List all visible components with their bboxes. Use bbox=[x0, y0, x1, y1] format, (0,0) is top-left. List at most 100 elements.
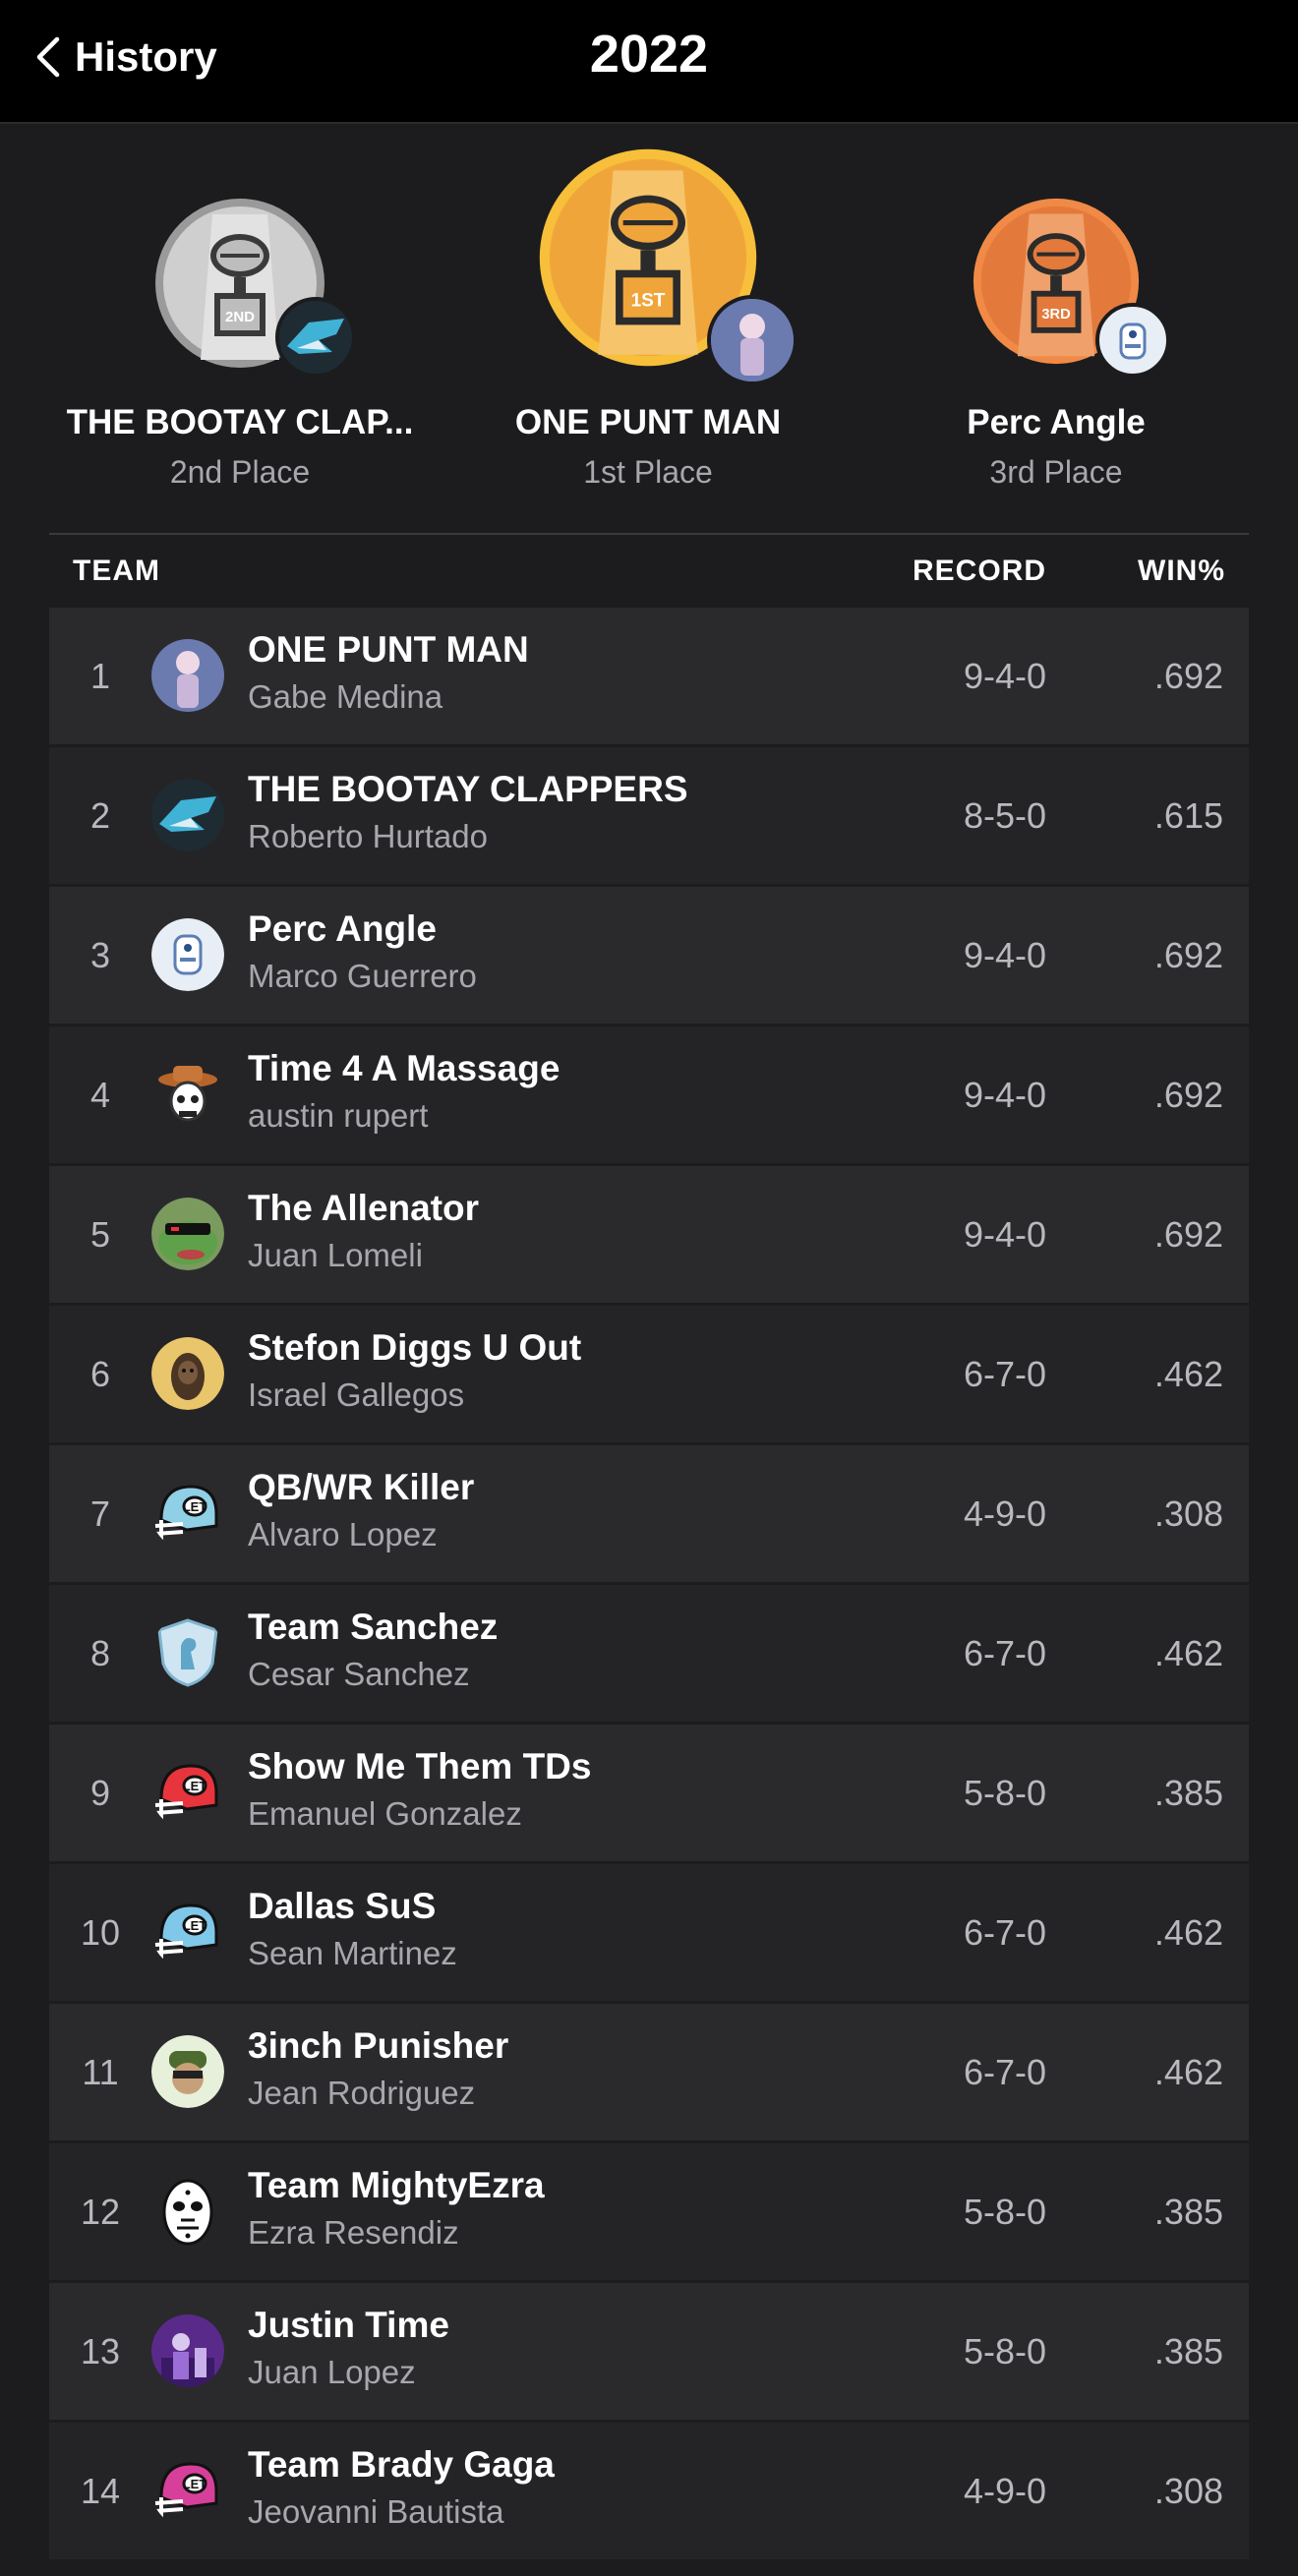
owner-name: Jean Rodriguez bbox=[248, 2075, 476, 2111]
record: 4-9-0 bbox=[963, 1493, 1046, 1534]
record: 5-8-0 bbox=[963, 2331, 1046, 2371]
podium-place: 2nd Place bbox=[169, 454, 311, 490]
team-name[interactable]: THE BOOTAY CLAPPERS bbox=[248, 769, 688, 810]
podium-team-name: Perc Angle bbox=[967, 403, 1146, 441]
col-win-pct[interactable]: WIN% bbox=[1138, 555, 1225, 588]
medal-label: 1ST bbox=[631, 290, 666, 311]
nav-header: History 2022 bbox=[0, 0, 1298, 124]
table-row[interactable]: 11 3inch Punisher Jean Rodriguez 6-7-0 .462 bbox=[49, 2004, 1249, 2143]
team-name[interactable]: Dallas SuS bbox=[248, 1886, 436, 1927]
table-row[interactable]: 2 THE BOOTAY CLAPPERS Roberto Hurtado 8-5-0… bbox=[49, 747, 1249, 887]
medal-label: 2ND bbox=[225, 309, 255, 325]
team-name[interactable]: Team MightyEzra bbox=[248, 2165, 545, 2206]
table-row[interactable]: 14 LET Team Brady Gaga Jeovanni Bautista 4-9… bbox=[49, 2423, 1249, 2562]
col-record[interactable]: RECORD bbox=[913, 555, 1046, 588]
page-title: 2022 bbox=[589, 25, 709, 84]
helmet-icon: LET bbox=[151, 1896, 224, 1968]
owner-name: Juan Lopez bbox=[248, 2354, 416, 2390]
anime-avatar-icon bbox=[151, 639, 224, 712]
team-name[interactable]: Show Me Them TDs bbox=[248, 1746, 591, 1787]
team-name[interactable]: Time 4 A Massage bbox=[248, 1048, 560, 1089]
owner-name: Ezra Resendiz bbox=[248, 2214, 459, 2251]
player-photo-icon bbox=[151, 2314, 224, 2387]
record: 9-4-0 bbox=[963, 1075, 1046, 1115]
win-pct: .462 bbox=[1153, 1912, 1223, 1953]
team-name[interactable]: The Allenator bbox=[248, 1188, 479, 1229]
record: 6-7-0 bbox=[963, 2052, 1046, 2092]
shark-logo-icon bbox=[287, 319, 344, 354]
standings-header: TEAM RECORD WIN% bbox=[49, 533, 1249, 610]
hockey-mask-icon bbox=[151, 2175, 224, 2248]
win-pct: .692 bbox=[1153, 1214, 1223, 1255]
owner-name: Israel Gallegos bbox=[248, 1376, 465, 1413]
svg-text:LET: LET bbox=[183, 1499, 207, 1514]
rank: 7 bbox=[89, 1493, 111, 1534]
win-pct: .308 bbox=[1153, 2471, 1223, 2511]
rank: 8 bbox=[89, 1633, 111, 1673]
table-row[interactable]: 12 Team MightyEzra Ezra Resendiz 5-8-0 .385 bbox=[49, 2143, 1249, 2283]
team-name[interactable]: Perc Angle bbox=[248, 908, 437, 950]
win-pct: .385 bbox=[1153, 1773, 1223, 1813]
win-pct: .615 bbox=[1153, 795, 1223, 836]
table-row[interactable]: 10 LET Dallas SuS Sean Martinez 6-7-0 .462 bbox=[49, 1864, 1249, 2004]
table-row[interactable]: 1 ONE PUNT MAN Gabe Medina 9-4-0 .692 bbox=[49, 608, 1249, 747]
table-row[interactable]: 4 Time 4 A Massage austin rupert 9-4-0 .692 bbox=[49, 1026, 1249, 1166]
team-name[interactable]: Team Sanchez bbox=[248, 1607, 498, 1648]
record: 5-8-0 bbox=[963, 1773, 1046, 1813]
svg-text:LET: LET bbox=[183, 2477, 207, 2491]
team-badge bbox=[1095, 303, 1170, 378]
owner-name: Jeovanni Bautista bbox=[248, 2493, 504, 2530]
owner-name: Marco Guerrero bbox=[248, 958, 477, 994]
helmet-icon: LET bbox=[151, 1477, 224, 1550]
team-name[interactable]: Justin Time bbox=[248, 2305, 449, 2346]
table-row[interactable]: 13 Justin Time Juan Lopez 5-8-0 .385 bbox=[49, 2283, 1249, 2423]
owner-name: Cesar Sanchez bbox=[248, 1656, 470, 1692]
rank: 4 bbox=[89, 1075, 111, 1115]
robot-icon bbox=[151, 918, 224, 991]
win-pct: .385 bbox=[1153, 2331, 1223, 2371]
podium-place: 3rd Place bbox=[989, 454, 1123, 490]
win-pct: .385 bbox=[1153, 2192, 1223, 2232]
podium-team-name: ONE PUNT MAN bbox=[514, 403, 782, 441]
team-name[interactable]: Stefon Diggs U Out bbox=[248, 1327, 581, 1369]
rank: 10 bbox=[80, 1912, 121, 1953]
win-pct: .462 bbox=[1153, 1354, 1223, 1394]
record: 8-5-0 bbox=[963, 795, 1046, 836]
team-name[interactable]: Team Brady Gaga bbox=[248, 2444, 555, 2486]
win-pct: .692 bbox=[1153, 935, 1223, 975]
wookiee-icon bbox=[151, 1337, 224, 1410]
owner-name: Alvaro Lopez bbox=[248, 1516, 438, 1552]
medal-label: 3RD bbox=[1041, 307, 1070, 322]
record: 9-4-0 bbox=[963, 1214, 1046, 1255]
team-badge bbox=[275, 297, 356, 378]
team-name[interactable]: ONE PUNT MAN bbox=[248, 629, 529, 671]
record: 6-7-0 bbox=[963, 1912, 1046, 1953]
team-name[interactable]: QB/WR Killer bbox=[248, 1467, 474, 1508]
col-team[interactable]: TEAM bbox=[73, 555, 160, 588]
helmet-icon: LET bbox=[151, 2454, 224, 2527]
table-row[interactable]: 8 Team Sanchez Cesar Sanchez 6-7-0 .462 bbox=[49, 1585, 1249, 1725]
win-pct: .462 bbox=[1153, 2052, 1223, 2092]
owner-name: Emanuel Gonzalez bbox=[248, 1795, 522, 1832]
rank: 3 bbox=[89, 935, 111, 975]
rank: 1 bbox=[89, 656, 111, 696]
table-row[interactable]: 6 Stefon Diggs U Out Israel Gallegos 6-7-0.… bbox=[49, 1306, 1249, 1445]
win-pct: .462 bbox=[1153, 1633, 1223, 1673]
team-name[interactable]: 3inch Punisher bbox=[248, 2025, 508, 2067]
podium-team-name: THE BOOTAY CLAP... bbox=[66, 403, 414, 441]
table-row[interactable]: 7 LET QB/WR Killer Alvaro Lopez 4-9-0 .308 bbox=[49, 1445, 1249, 1585]
table-row[interactable]: 3 Perc Angle Marco Guerrero 9-4-0 .692 bbox=[49, 887, 1249, 1026]
owner-name: Gabe Medina bbox=[248, 678, 443, 715]
record: 4-9-0 bbox=[963, 2471, 1046, 2511]
anime-avatar-icon bbox=[711, 299, 794, 381]
record: 5-8-0 bbox=[963, 2192, 1046, 2232]
table-row[interactable]: 9 LET Show Me Them TDs Emanuel Gonzalez 5-8-… bbox=[49, 1725, 1249, 1864]
svg-text:LET: LET bbox=[183, 1918, 207, 1933]
rank: 14 bbox=[80, 2471, 121, 2511]
rank: 5 bbox=[89, 1214, 111, 1255]
soldier-icon bbox=[151, 2035, 224, 2108]
table-row[interactable]: 5 The Allenator Juan Lomeli 9-4-0 .692 bbox=[49, 1166, 1249, 1306]
owner-name: Juan Lomeli bbox=[248, 1237, 423, 1273]
shark-logo-icon bbox=[151, 779, 224, 851]
rank: 2 bbox=[89, 795, 111, 836]
